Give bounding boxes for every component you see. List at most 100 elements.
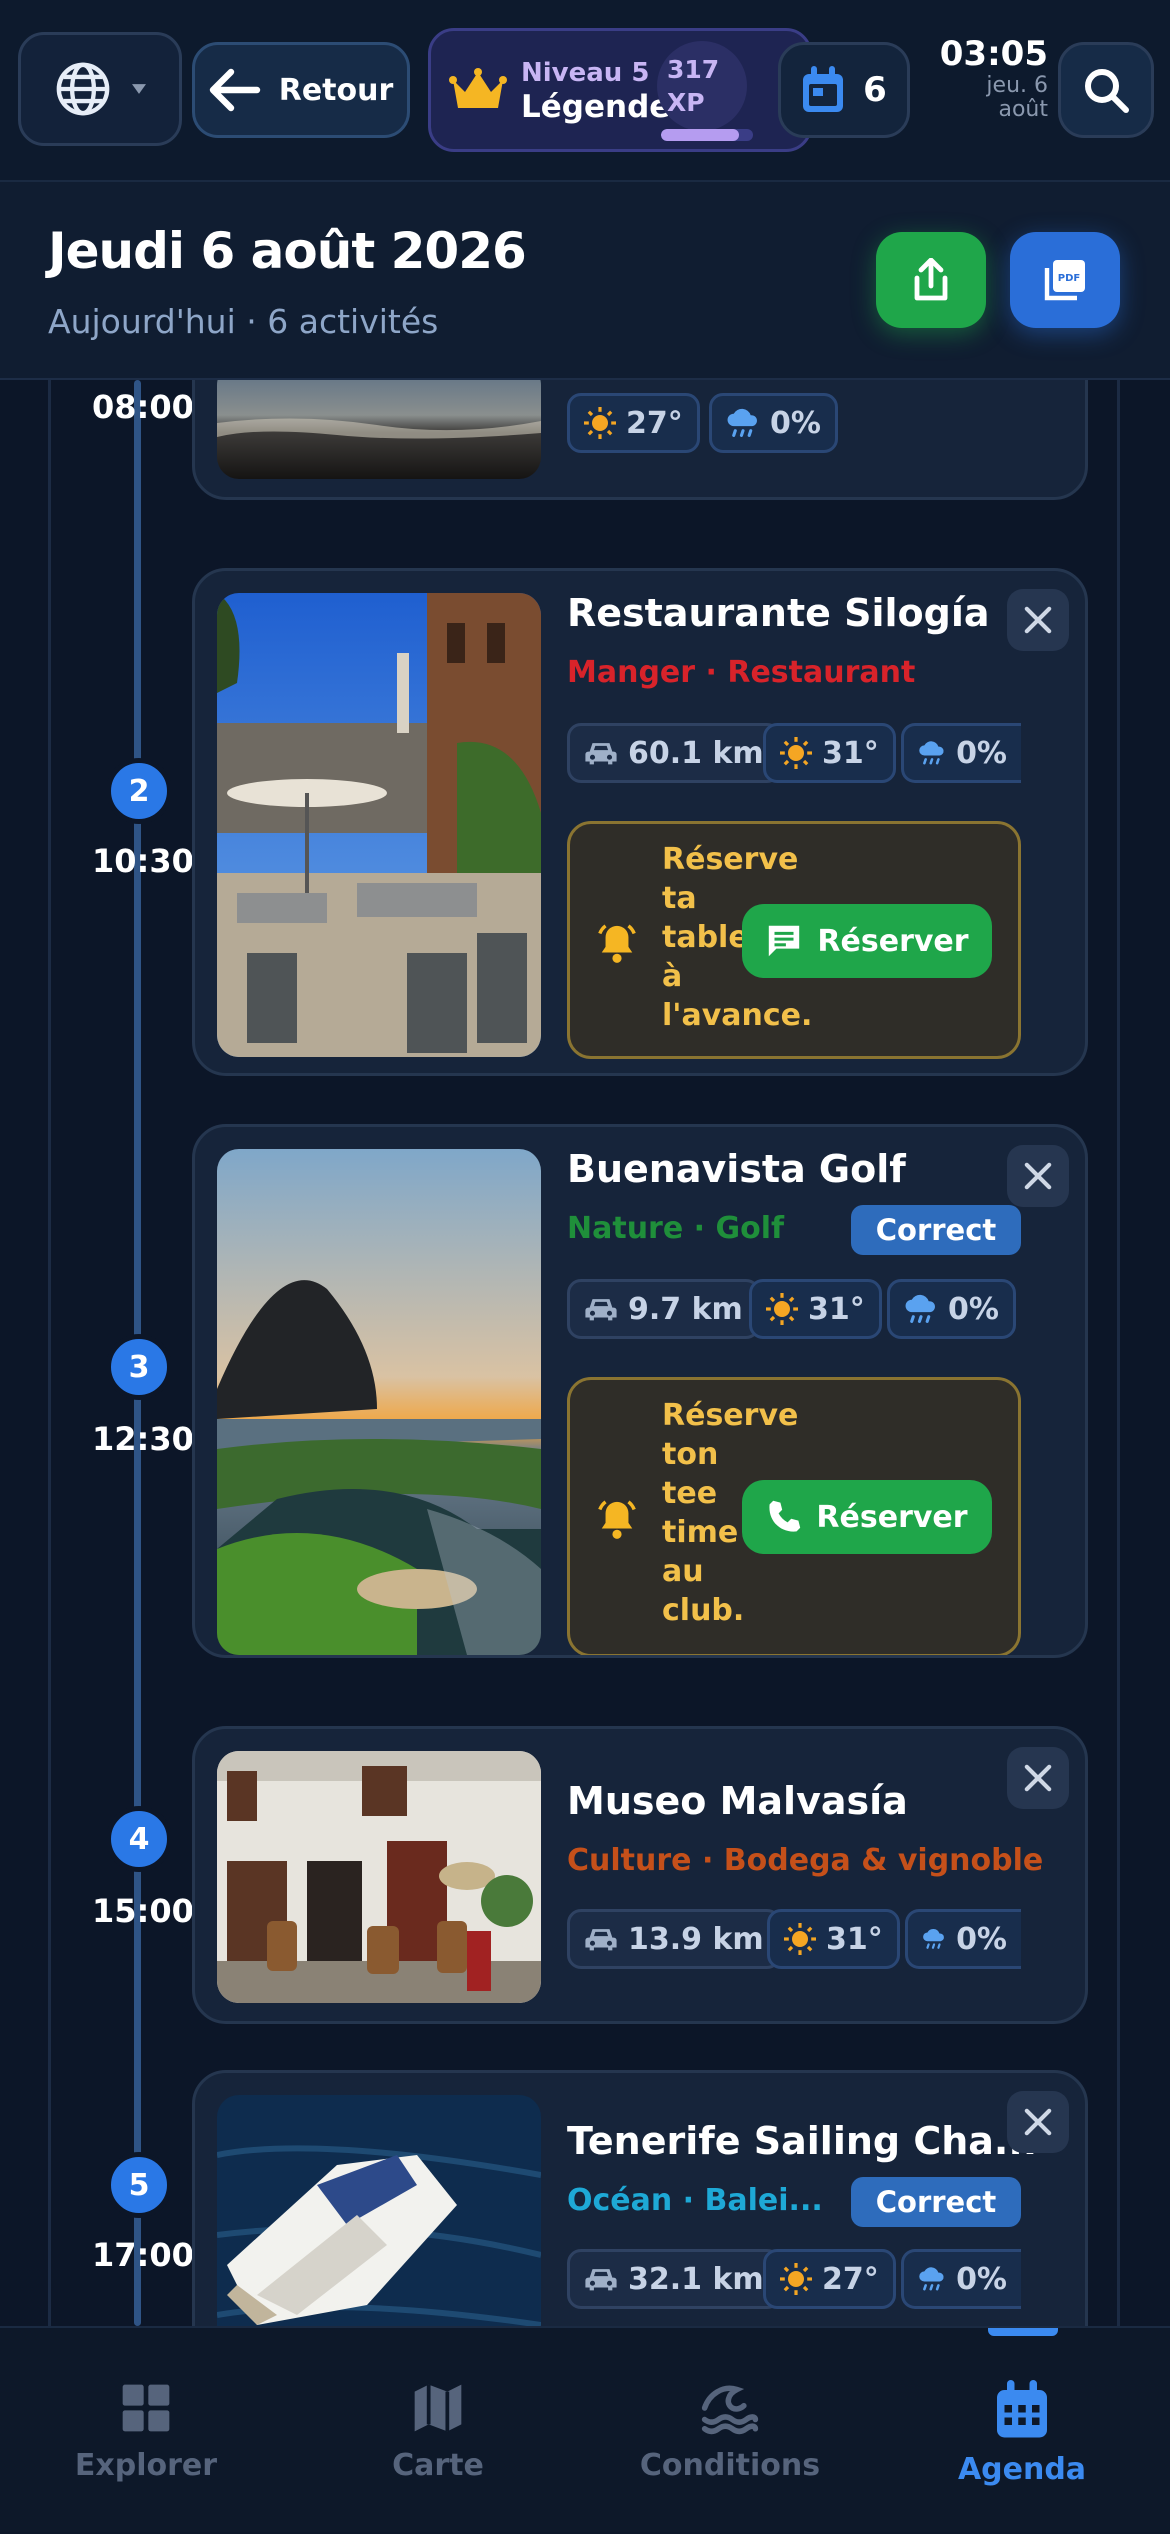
activity-card[interactable]: 27° 0% bbox=[192, 380, 1088, 500]
xp-progress-fill bbox=[661, 129, 740, 141]
distance-chip: 60.1 km bbox=[567, 723, 781, 783]
svg-text:PDF: PDF bbox=[1058, 273, 1080, 284]
temp-value: 27° bbox=[822, 2261, 879, 2297]
xp-unit: XP bbox=[667, 88, 705, 117]
back-label: Retour bbox=[278, 72, 394, 108]
remove-activity-button[interactable] bbox=[1007, 589, 1069, 651]
alert-text: Réserve ta table à l'avance. bbox=[662, 842, 813, 1033]
rain-icon bbox=[919, 2267, 944, 2291]
share-button[interactable] bbox=[876, 232, 986, 328]
rank-label: Légende bbox=[521, 89, 671, 125]
weather-chip: 27° bbox=[567, 393, 700, 453]
timeline-time: 17:00 bbox=[92, 2236, 194, 2274]
rain-value: 0% bbox=[770, 405, 821, 441]
share-icon bbox=[914, 258, 948, 301]
activity-category: Océan · Balei... bbox=[567, 2183, 823, 2218]
remove-activity-button[interactable] bbox=[1007, 2091, 1069, 2153]
activity-category: Culture · Bodega & vignoble bbox=[567, 1843, 1044, 1878]
reserve-label: Réserver bbox=[816, 1499, 968, 1535]
status-badge: Correct bbox=[851, 2177, 1021, 2227]
timeline-time: 10:30 bbox=[92, 842, 194, 880]
alert-text: Réserve ton tee time au club. bbox=[662, 1398, 799, 1628]
activity-title: Museo Malvasía bbox=[567, 1779, 908, 1823]
reserve-button[interactable]: Réserver bbox=[742, 1480, 992, 1554]
temp-value: 31° bbox=[826, 1921, 883, 1957]
rain-chip: 0% bbox=[709, 393, 838, 453]
xp-value: 317 bbox=[667, 55, 720, 84]
nav-agenda-label: Agenda bbox=[957, 2452, 1087, 2487]
calendar-button[interactable]: 6 bbox=[778, 42, 910, 138]
temp-value: 31° bbox=[822, 735, 879, 771]
distance-chip: 13.9 km bbox=[567, 1909, 781, 1969]
activity-title: Restaurante Silogía bbox=[567, 591, 990, 635]
language-selector[interactable] bbox=[18, 32, 182, 146]
weather-chip: 31° bbox=[767, 1909, 900, 1969]
rain-chip: 0% bbox=[887, 1279, 1016, 1339]
agenda-timeline[interactable]: 08:00 27° 0% 2 10:30 Restaurante Silogía… bbox=[0, 380, 1170, 2326]
rain-value: 0% bbox=[956, 735, 1007, 771]
temp-value: 27° bbox=[626, 405, 683, 441]
temp-value: 31° bbox=[808, 1291, 865, 1327]
distance-value: 32.1 km bbox=[628, 2261, 764, 2297]
timeline-step-marker: 5 bbox=[106, 2152, 172, 2218]
activity-card[interactable]: Buenavista Golf Nature · Golf Correct 9.… bbox=[192, 1124, 1088, 1658]
sun-icon bbox=[784, 1923, 816, 1955]
arrow-left-icon bbox=[209, 68, 260, 112]
nav-agenda[interactable]: Agenda bbox=[876, 2328, 1168, 2534]
activity-photo bbox=[217, 380, 541, 479]
rain-icon bbox=[919, 741, 944, 765]
rain-value: 0% bbox=[956, 1921, 1007, 1957]
reservation-alert: Réserve ta table à l'avance. Réserver bbox=[567, 821, 1021, 1059]
clock: 03:05 jeu. 6 août bbox=[924, 34, 1048, 122]
day-header: Jeudi 6 août 2026 Aujourd'hui · 6 activi… bbox=[0, 182, 1170, 380]
sun-icon bbox=[584, 407, 616, 439]
car-icon bbox=[585, 1929, 617, 1951]
activity-title: Buenavista Golf bbox=[567, 1147, 906, 1191]
sun-icon bbox=[766, 1293, 798, 1325]
remove-activity-button[interactable] bbox=[1007, 1747, 1069, 1809]
close-icon bbox=[1024, 606, 1052, 634]
clock-time: 03:05 bbox=[939, 34, 1048, 74]
activity-card[interactable]: Tenerife Sailing Cha... Océan · Balei...… bbox=[192, 2070, 1088, 2326]
bottom-nav: Explorer Carte Conditions Agenda bbox=[0, 2326, 1170, 2532]
close-icon bbox=[1024, 2108, 1052, 2136]
reserve-label: Réserver bbox=[817, 923, 969, 959]
activity-card[interactable]: Museo Malvasía Culture · Bodega & vignob… bbox=[192, 1726, 1088, 2024]
level-label: Niveau 5 bbox=[521, 58, 650, 88]
page-title: Jeudi 6 août 2026 bbox=[48, 222, 527, 280]
nav-carte-label: Carte bbox=[392, 2448, 484, 2483]
nav-conditions-label: Conditions bbox=[639, 2448, 821, 2483]
xp-circle: 317 XP bbox=[657, 41, 747, 131]
rain-icon bbox=[923, 1928, 944, 1949]
wave-icon bbox=[701, 2385, 759, 2435]
distance-value: 60.1 km bbox=[628, 735, 764, 771]
search-button[interactable] bbox=[1058, 42, 1154, 138]
pdf-export-button[interactable]: PDF bbox=[1010, 232, 1120, 328]
timeline-step-marker: 3 bbox=[106, 1334, 172, 1400]
nav-explorer[interactable]: Explorer bbox=[0, 2328, 292, 2534]
activity-category: Manger · Restaurant bbox=[567, 655, 916, 690]
nav-explorer-label: Explorer bbox=[74, 2448, 218, 2483]
sun-icon bbox=[780, 737, 812, 769]
rain-chip: 0% bbox=[905, 1909, 1021, 1969]
level-badge[interactable]: Niveau 5 Légende 317 XP bbox=[428, 28, 812, 152]
weather-chip: 31° bbox=[763, 723, 896, 783]
weather-chip: 31° bbox=[749, 1279, 882, 1339]
clock-month: août bbox=[998, 97, 1048, 122]
back-button[interactable]: Retour bbox=[192, 42, 410, 138]
activity-card[interactable]: Restaurante Silogía Manger · Restaurant … bbox=[192, 568, 1088, 1076]
clock-day: jeu. 6 bbox=[986, 73, 1048, 98]
remove-activity-button[interactable] bbox=[1007, 1145, 1069, 1207]
nav-carte[interactable]: Carte bbox=[292, 2328, 584, 2534]
distance-value: 13.9 km bbox=[628, 1921, 764, 1957]
rain-icon bbox=[905, 1294, 935, 1323]
reserve-button[interactable]: Réserver bbox=[742, 904, 992, 978]
rain-chip: 0% bbox=[901, 2249, 1021, 2309]
dropdown-caret-icon bbox=[132, 84, 146, 94]
calendar-count: 6 bbox=[863, 70, 887, 110]
crown-icon bbox=[449, 68, 507, 108]
car-icon bbox=[585, 743, 617, 765]
bell-icon bbox=[598, 1500, 636, 1539]
nav-conditions[interactable]: Conditions bbox=[584, 2328, 876, 2534]
timeline-time: 12:30 bbox=[92, 1420, 194, 1458]
